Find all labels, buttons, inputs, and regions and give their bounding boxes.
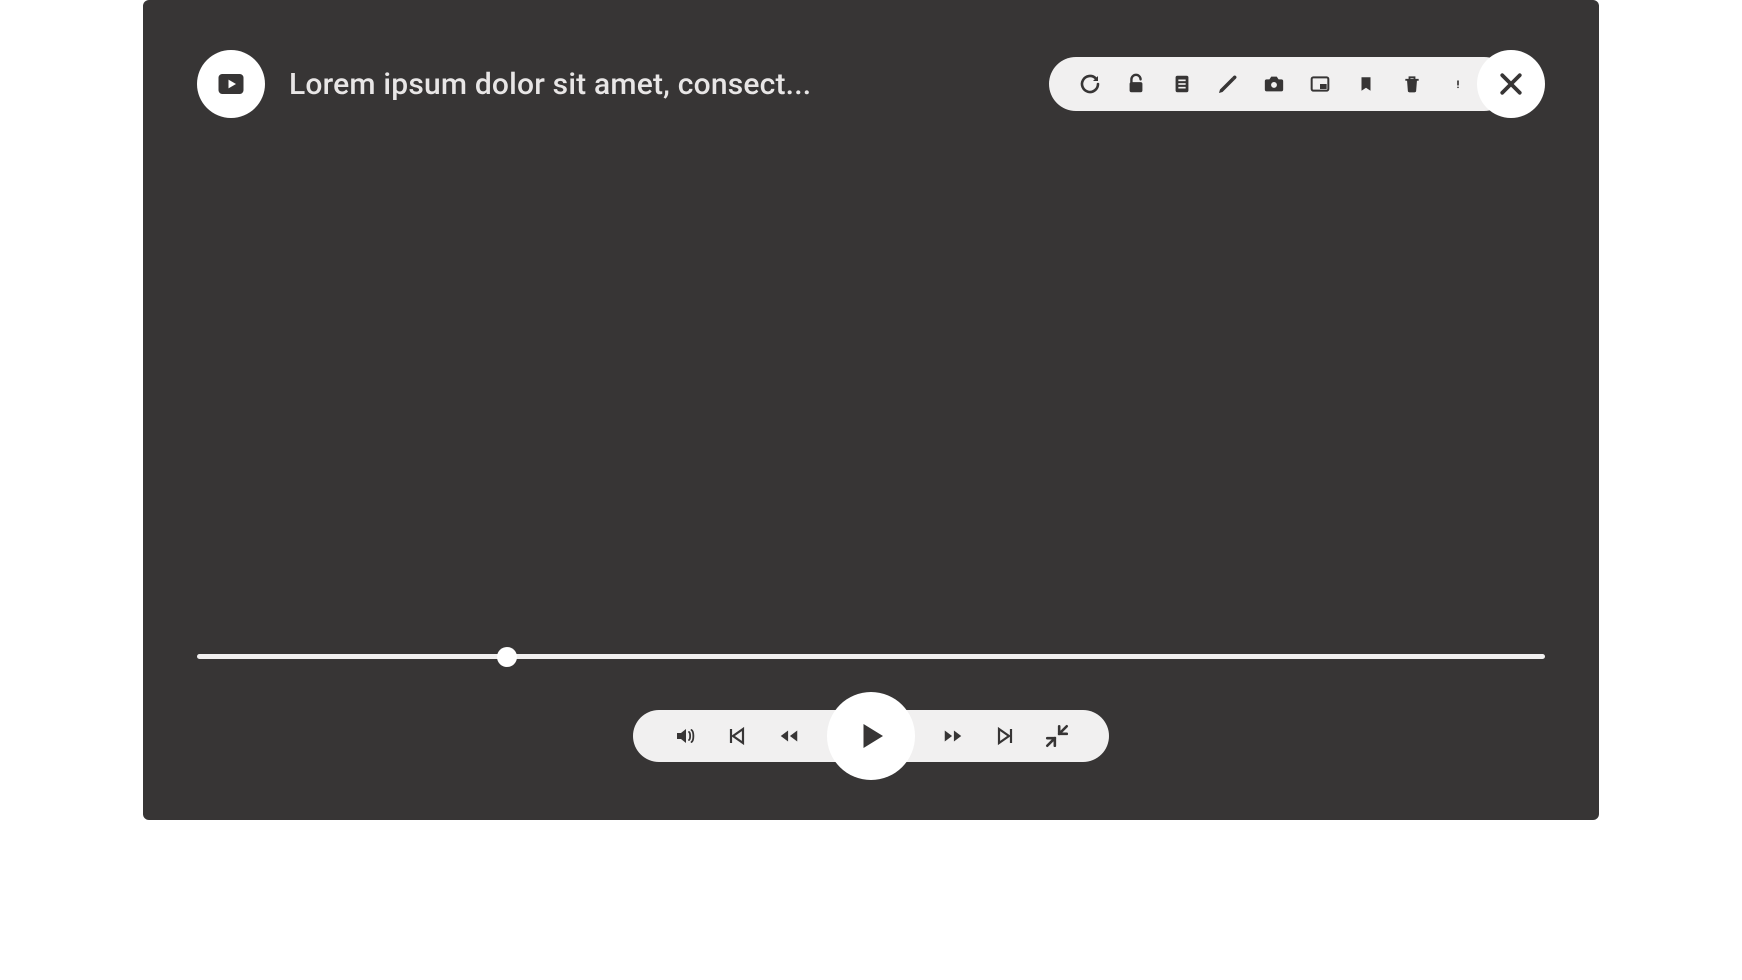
playback-controls	[633, 710, 1109, 762]
bookmark-button[interactable]	[1353, 71, 1379, 97]
refresh-icon	[1078, 72, 1102, 96]
lock-button[interactable]	[1123, 71, 1149, 97]
pip-icon	[1307, 74, 1333, 94]
skip-next-icon	[993, 724, 1017, 748]
bookmark-icon	[1357, 72, 1375, 96]
lock-icon	[1125, 72, 1147, 96]
skip-next-button[interactable]	[991, 722, 1019, 750]
video-player: Lorem ipsum dolor sit amet, consect...	[143, 0, 1599, 820]
camera-icon	[1261, 73, 1287, 95]
edit-icon	[1216, 72, 1240, 96]
skip-previous-button[interactable]	[723, 722, 751, 750]
close-button[interactable]	[1477, 50, 1545, 118]
header-right	[1049, 50, 1545, 118]
fast-forward-button[interactable]	[939, 722, 967, 750]
notes-button[interactable]	[1169, 71, 1195, 97]
delete-button[interactable]	[1399, 71, 1425, 97]
progress-thumb[interactable]	[497, 647, 517, 667]
rewind-button[interactable]	[775, 722, 803, 750]
info-icon	[1453, 72, 1463, 96]
refresh-button[interactable]	[1077, 71, 1103, 97]
volume-icon	[671, 724, 699, 748]
video-badge	[197, 50, 265, 118]
video-icon	[216, 69, 246, 99]
info-button[interactable]	[1445, 71, 1471, 97]
play-button[interactable]	[827, 692, 915, 780]
fast-forward-icon	[938, 725, 968, 747]
close-icon	[1496, 69, 1526, 99]
toolbar	[1049, 57, 1511, 111]
header-left: Lorem ipsum dolor sit amet, consect...	[197, 50, 811, 118]
volume-button[interactable]	[671, 722, 699, 750]
progress-track	[197, 654, 1545, 659]
camera-button[interactable]	[1261, 71, 1287, 97]
rewind-icon	[774, 725, 804, 747]
collapse-button[interactable]	[1043, 722, 1071, 750]
skip-previous-icon	[725, 724, 749, 748]
edit-button[interactable]	[1215, 71, 1241, 97]
delete-icon	[1402, 72, 1422, 96]
playback-pill	[633, 710, 1109, 762]
pip-button[interactable]	[1307, 71, 1333, 97]
collapse-icon	[1044, 723, 1070, 749]
play-icon	[853, 716, 889, 756]
notes-icon	[1171, 72, 1193, 96]
progress-bar[interactable]	[197, 654, 1545, 659]
video-title: Lorem ipsum dolor sit amet, consect...	[289, 67, 811, 102]
